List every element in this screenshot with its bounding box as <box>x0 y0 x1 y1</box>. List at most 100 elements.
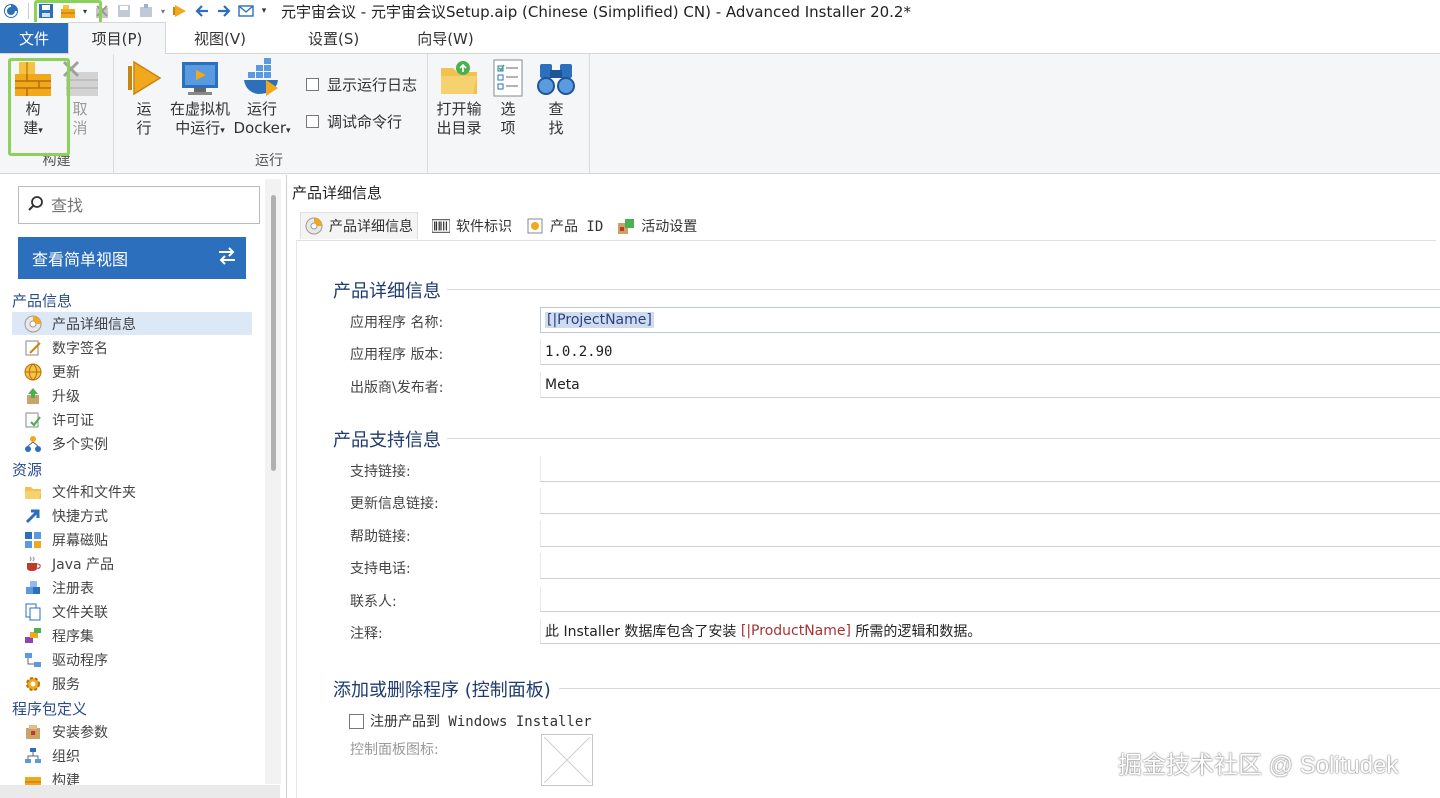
run-docker-button[interactable]: 运行 Docker▾ <box>230 58 294 141</box>
support-link-field[interactable] <box>540 456 1440 482</box>
nav-item-upgrade[interactable]: 升级 <box>12 384 252 407</box>
run-button[interactable]: 运 行 <box>124 58 164 138</box>
options-label-1: 选 <box>500 100 516 118</box>
docker-dropdown-icon[interactable]: ▾ <box>286 126 291 136</box>
help-link-field[interactable] <box>540 521 1440 547</box>
nav-item-license[interactable]: 许可证 <box>12 408 252 431</box>
build-icon <box>15 62 51 96</box>
nav-item-install-parameters[interactable]: 安装参数 <box>12 720 252 743</box>
category-product-info: 产品信息 <box>12 292 73 310</box>
support-phone-field[interactable] <box>540 553 1440 579</box>
simple-view-button[interactable]: 查看简单视图 <box>18 237 246 279</box>
contact-field[interactable] <box>540 586 1440 612</box>
publisher-value: Meta <box>545 376 580 393</box>
back-arrow-icon[interactable] <box>193 2 211 20</box>
debug-command-line-checkbox[interactable]: 调试命令行 <box>306 111 402 132</box>
app-name-field[interactable]: [|ProjectName] <box>540 307 1440 333</box>
nav-item-organization[interactable]: 组织 <box>12 744 252 767</box>
run-icon <box>128 60 162 96</box>
nav-item-label: 安装参数 <box>52 724 108 741</box>
register-windows-installer-checkbox[interactable]: 注册产品到 Windows Installer <box>349 711 592 731</box>
search-box[interactable] <box>18 186 260 224</box>
nav-item-drivers[interactable]: 驱动程序 <box>12 648 252 671</box>
nav-item-files-folders[interactable]: 文件和文件夹 <box>12 480 252 503</box>
section-divider <box>559 688 1440 689</box>
build-button[interactable]: 构 建▾ <box>10 58 56 141</box>
section-divider <box>447 438 1440 439</box>
nav-horizontal-scrollbar[interactable] <box>0 785 280 798</box>
cancel-label-2: 消 <box>72 119 88 137</box>
forward-arrow-icon[interactable] <box>215 2 233 20</box>
open-output-folder-button[interactable]: 打开输 出目录 <box>434 58 484 138</box>
save-icon[interactable] <box>37 2 55 20</box>
assembly-icon <box>24 627 42 645</box>
tab-file[interactable]: 文件 <box>0 23 68 53</box>
show-run-log-checkbox[interactable]: 显示运行日志 <box>306 74 417 95</box>
tab-activity-settings[interactable]: 活动设置 <box>617 216 697 236</box>
left-navigation-panel: 查看简单视图 产品信息 产品详细信息 数字签名 更新 升级 许可证 多个实例 资… <box>0 175 287 798</box>
nav-item-registry[interactable]: 注册表 <box>12 576 252 599</box>
register-windows-installer-label: 注册产品到 Windows Installer <box>370 714 592 730</box>
email-icon[interactable] <box>237 2 255 20</box>
find-button[interactable]: 查 找 <box>536 58 576 138</box>
nav-item-services[interactable]: 服务 <box>12 672 252 695</box>
show-run-log-check[interactable] <box>306 78 319 91</box>
nav-item-digital-signature[interactable]: 数字签名 <box>12 336 252 359</box>
options-button[interactable]: 选 项 <box>488 58 528 138</box>
vm-dropdown-icon[interactable]: ▾ <box>220 126 225 136</box>
debug-command-line-check[interactable] <box>306 115 319 128</box>
tab-software-identification[interactable]: 软件标识 <box>432 216 512 236</box>
java-cup-icon <box>24 555 42 573</box>
comments-field[interactable]: 此 Installer 数据库包含了安装 [|ProductName] 所需的逻… <box>540 618 1440 644</box>
binoculars-icon <box>537 64 575 95</box>
nav-scrollbar-thumb[interactable] <box>271 195 276 471</box>
organization-tree-icon <box>24 747 42 765</box>
open-folder-icon <box>441 61 477 94</box>
nav-item-screen-tiles[interactable]: 屏幕磁贴 <box>12 528 252 551</box>
app-version-field[interactable]: 1.0.2.90 <box>540 339 1440 365</box>
ribbon-tab-bar: 文件 项目(P) 视图(V) 设置(S) 向导(W) <box>0 22 1440 54</box>
contact-label: 联系人: <box>350 594 397 610</box>
control-panel-icon-label: 控制面板图标: <box>350 742 439 758</box>
content-tab-bar: 产品详细信息 软件标识 产品 ID 活动设置 <box>296 211 1436 241</box>
nav-item-java-products[interactable]: Java 产品 <box>12 552 252 575</box>
watermark-text: 掘金技术社区 @ Solitudek <box>1118 752 1399 779</box>
tab-project[interactable]: 项目(P) <box>68 22 166 54</box>
nav-item-file-associations[interactable]: 文件关联 <box>12 600 252 623</box>
nav-item-updates[interactable]: 更新 <box>12 360 252 383</box>
tab-view[interactable]: 视图(V) <box>166 23 274 53</box>
register-windows-installer-check[interactable] <box>349 713 364 729</box>
nav-item-label: 快捷方式 <box>52 508 108 525</box>
nav-item-assemblies[interactable]: 程序集 <box>12 624 252 647</box>
update-info-link-field[interactable] <box>540 488 1440 514</box>
build-dropdown-icon[interactable]: ▾ <box>38 126 43 136</box>
nav-item-label: 更新 <box>52 364 80 381</box>
search-icon <box>27 194 45 216</box>
control-panel-icon-picker[interactable] <box>541 734 593 786</box>
docker-label-2: Docker <box>233 119 286 137</box>
dropdown-arrow-icon[interactable]: ▾ <box>81 2 89 20</box>
nav-item-product-details[interactable]: 产品详细信息 <box>12 312 252 335</box>
run-quick-icon[interactable] <box>171 2 189 20</box>
run-in-vm-button[interactable]: 在虚拟机 中运行▾ <box>170 58 230 141</box>
tab-label: 产品详细信息 <box>329 219 413 235</box>
save-all-icon <box>115 2 133 20</box>
publisher-field[interactable]: Meta <box>540 372 1440 398</box>
nav-item-label: 数字签名 <box>52 340 108 357</box>
customize-toolbar-icon[interactable]: ▾ <box>259 2 269 20</box>
nav-item-shortcuts[interactable]: 快捷方式 <box>12 504 252 527</box>
empty-image-placeholder-icon <box>543 736 591 784</box>
build-quick-icon[interactable] <box>59 2 77 20</box>
nav-item-label: 文件关联 <box>52 604 108 621</box>
nav-item-multiple-instances[interactable]: 多个实例 <box>12 432 252 455</box>
tab-product-details[interactable]: 产品详细信息 <box>300 212 418 239</box>
search-input[interactable] <box>51 195 241 215</box>
comments-product-name-variable: [|ProductName] <box>740 622 851 639</box>
dropdown-arrow-icon[interactable]: ▾ <box>159 2 167 20</box>
nav-item-label: 许可证 <box>52 412 94 429</box>
gear-icon <box>24 675 42 693</box>
tab-product-id[interactable]: 产品 ID <box>526 216 603 236</box>
nav-item-label: 多个实例 <box>52 436 108 453</box>
tab-wizard[interactable]: 向导(W) <box>393 23 498 53</box>
tab-settings[interactable]: 设置(S) <box>274 23 393 53</box>
